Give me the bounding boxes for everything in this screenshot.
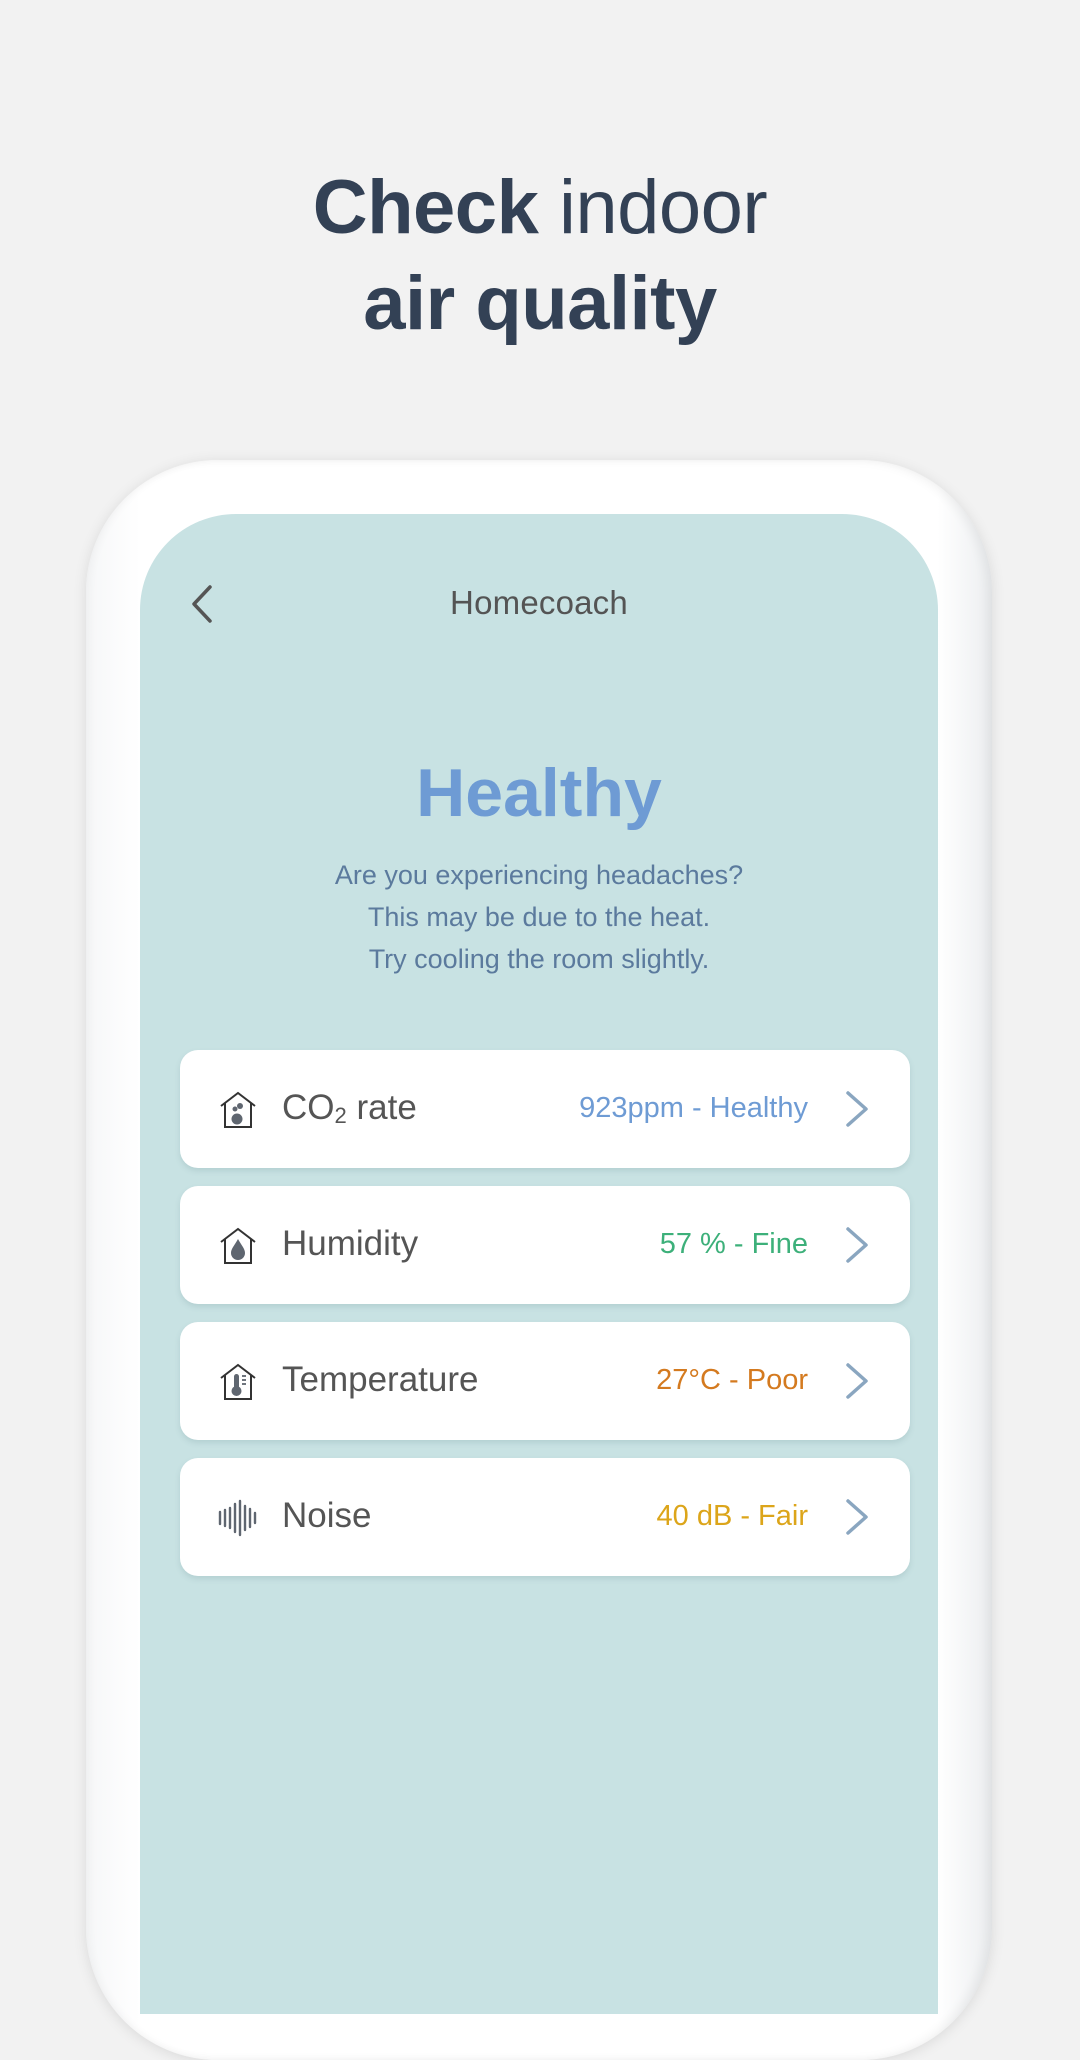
metrics-list: CO2 rate 923ppm - Healthy Humidity 57 % …	[180, 1050, 910, 1594]
status-description-line: Try cooling the room slightly.	[368, 944, 710, 974]
metric-card-co2[interactable]: CO2 rate 923ppm - Healthy	[180, 1050, 910, 1168]
headline-light-word: indoor	[538, 165, 768, 250]
metric-value: 27°C - Poor	[656, 1364, 808, 1396]
metric-card-humidity[interactable]: Humidity 57 % - Fine	[180, 1186, 910, 1304]
metric-label-rest: rate	[346, 1088, 417, 1127]
metric-label: CO2 rate	[282, 1088, 417, 1129]
chevron-right-icon	[846, 1091, 868, 1127]
status-title: Healthy	[416, 755, 662, 831]
phone-screen: Homecoach Healthy Are you experiencing h…	[140, 514, 938, 2014]
metric-label: Noise	[282, 1496, 371, 1536]
metric-card-temperature[interactable]: Temperature 27°C - Poor	[180, 1322, 910, 1440]
house-droplet-icon	[220, 1227, 256, 1264]
metric-label-main: Noise	[282, 1496, 372, 1535]
metric-label-main: Temperature	[282, 1360, 479, 1399]
app-header: Homecoach	[140, 574, 938, 634]
house-thermometer-icon	[220, 1363, 256, 1400]
status-description: Are you experiencing headaches? This may…	[140, 854, 938, 980]
headline-bold-word: Check	[312, 165, 539, 250]
metric-value: 40 dB - Fair	[656, 1500, 809, 1532]
headline-line-1: Check indoor	[0, 160, 1080, 256]
metric-value: 57 % - Fine	[659, 1228, 808, 1260]
headline: Check indoor air quality	[0, 160, 1080, 352]
chevron-right-icon	[846, 1363, 868, 1399]
sound-wave-icon	[218, 1499, 257, 1537]
metric-label-main: CO	[282, 1088, 335, 1127]
house-co2-icon	[220, 1091, 256, 1128]
metric-card-noise[interactable]: Noise 40 dB - Fair	[180, 1458, 910, 1576]
app-title: Homecoach	[450, 584, 628, 621]
metric-label: Humidity	[282, 1224, 418, 1264]
chevron-right-icon	[846, 1227, 868, 1263]
metric-label: Temperature	[282, 1360, 478, 1400]
status-description-line: Are you experiencing headaches?	[334, 860, 744, 890]
metric-label-main: Humidity	[282, 1224, 419, 1263]
status-description-line: This may be due to the heat.	[367, 902, 711, 932]
chevron-right-icon	[846, 1499, 868, 1535]
metric-label-subscript: 2	[334, 1103, 347, 1128]
metric-value: 923ppm - Healthy	[579, 1092, 808, 1124]
headline-line-2: air quality	[363, 261, 717, 346]
